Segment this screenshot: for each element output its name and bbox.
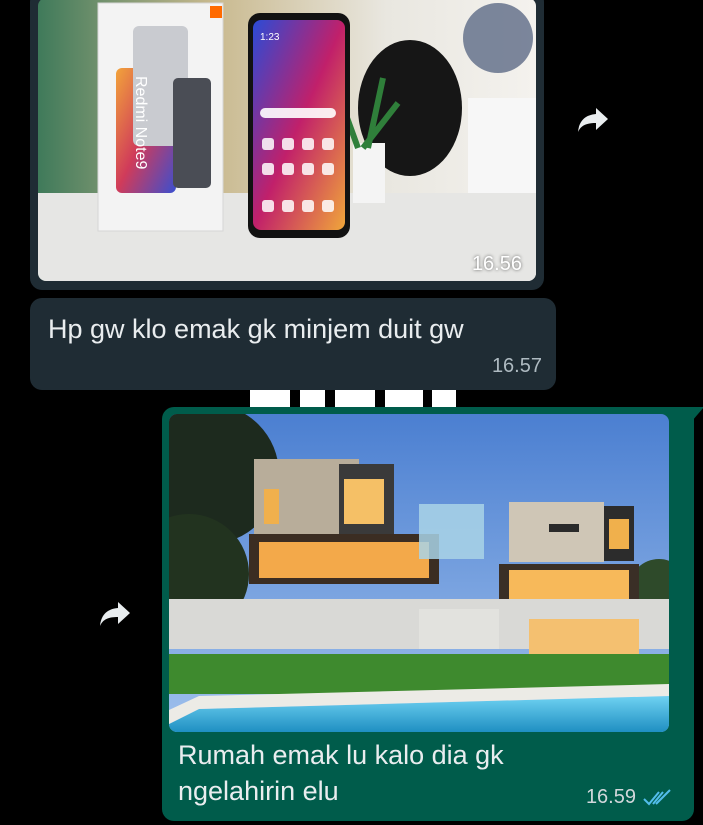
- redaction-bar: [385, 390, 423, 408]
- forward-button[interactable]: [89, 588, 141, 640]
- double-check-icon: [643, 788, 671, 805]
- redaction-bar: [432, 390, 456, 408]
- phone-photo[interactable]: Redmi Note9 1:23: [38, 0, 536, 281]
- message-text: Hp gw klo emak gk minjem duit gw: [48, 314, 464, 344]
- outgoing-image-message[interactable]: Rumah emak lu kalo dia gk ngelahirin elu…: [162, 407, 703, 821]
- forward-arrow-icon: [100, 602, 130, 626]
- redaction-bar: [300, 390, 325, 408]
- message-meta: 16.59: [586, 786, 672, 809]
- forward-arrow-icon: [578, 108, 608, 132]
- house-photo[interactable]: [169, 414, 669, 732]
- svg-text:1:23: 1:23: [260, 32, 280, 43]
- svg-text:Redmi Note9: Redmi Note9: [132, 76, 149, 169]
- incoming-image-message[interactable]: Redmi Note9 1:23 16.56: [30, 0, 544, 290]
- message-time: 16.57: [491, 355, 542, 377]
- message-time: 16.56: [471, 253, 522, 275]
- redaction-bar: [250, 390, 290, 408]
- message-time: 16.59: [585, 786, 636, 808]
- message-caption: Rumah emak lu kalo dia gk ngelahirin elu: [178, 740, 504, 806]
- forward-button[interactable]: [567, 94, 619, 146]
- incoming-text-message[interactable]: Hp gw klo emak gk minjem duit gw 16.57: [30, 298, 556, 390]
- redaction-bar: [335, 390, 375, 408]
- bubble-tail: [692, 407, 703, 421]
